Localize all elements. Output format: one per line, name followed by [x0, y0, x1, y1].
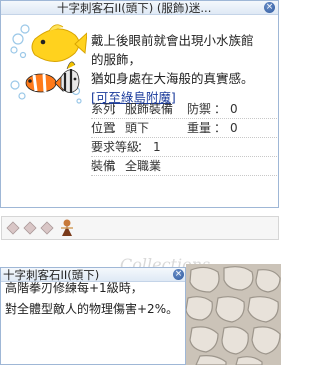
stats-row-level: 要求等級 ： 1 [91, 138, 277, 157]
weight-value: 0 [230, 121, 238, 135]
item-window-close-button[interactable]: × [264, 2, 275, 13]
item-image [10, 24, 87, 104]
card-slot-strip [1, 216, 279, 240]
weight-label: 重量 [187, 121, 212, 135]
description-line: 戴上後眼前就會出現小水族館 [91, 33, 254, 48]
defense-value: 0 [230, 102, 238, 116]
card-description-line: 對全體型敵人的物理傷害+2%。 [5, 302, 179, 316]
empty-card-slot-icon[interactable] [23, 221, 37, 235]
level-value: 1 [153, 140, 161, 154]
position-value: 頭下 [125, 121, 150, 135]
striped-fish-icon [60, 61, 80, 93]
yellow-fish-icon [31, 24, 87, 62]
description-line: 猶如身處在大海般的真實感。 [91, 71, 254, 86]
stats-row-category: 系列 ： 服飾裝備 防禦 ： 0 [91, 100, 277, 119]
card-description: 高階拳刃修練每+1級時， 對全體型敵人的物理傷害+2%。 [5, 278, 185, 320]
empty-card-slot-icon[interactable] [6, 221, 20, 235]
level-label: 要求等級 [91, 140, 140, 154]
category-value: 服飾裝備 [125, 102, 174, 116]
card-info-window: 十字刺客石II(頭下) × 高階拳刃修練每+1級時， 對全體型敵人的物理傷害+2… [0, 267, 186, 365]
stats-row-equip: 裝備 ： 全職業 [91, 157, 277, 176]
equip-value: 全職業 [125, 159, 162, 173]
defense-label: 防禦 [187, 102, 212, 116]
card-description-line: 高階拳刃修練每+1級時， [5, 281, 143, 295]
assassin-card-icon[interactable] [58, 218, 76, 238]
empty-card-slot-icon[interactable] [40, 221, 54, 235]
item-window-title: 十字刺客石II(頭下) (服飾)迷... [57, 1, 212, 14]
item-window-titlebar[interactable]: 十字刺客石II(頭下) (服飾)迷... × [1, 1, 278, 15]
description-line: 的服飾， [91, 52, 142, 67]
clownfish-icon [25, 73, 64, 93]
stats-row-position: 位置 ： 頭下 重量 ： 0 [91, 119, 277, 138]
stone-background-texture [186, 264, 281, 365]
item-info-window: 十字刺客石II(頭下) (服飾)迷... × 戴上後眼前就會出現小水族館 的服飾… [0, 0, 279, 208]
item-description: 戴上後眼前就會出現小水族館 的服飾， 猶如身處在大海般的真實感。 [可至綠島附魔… [91, 31, 279, 107]
